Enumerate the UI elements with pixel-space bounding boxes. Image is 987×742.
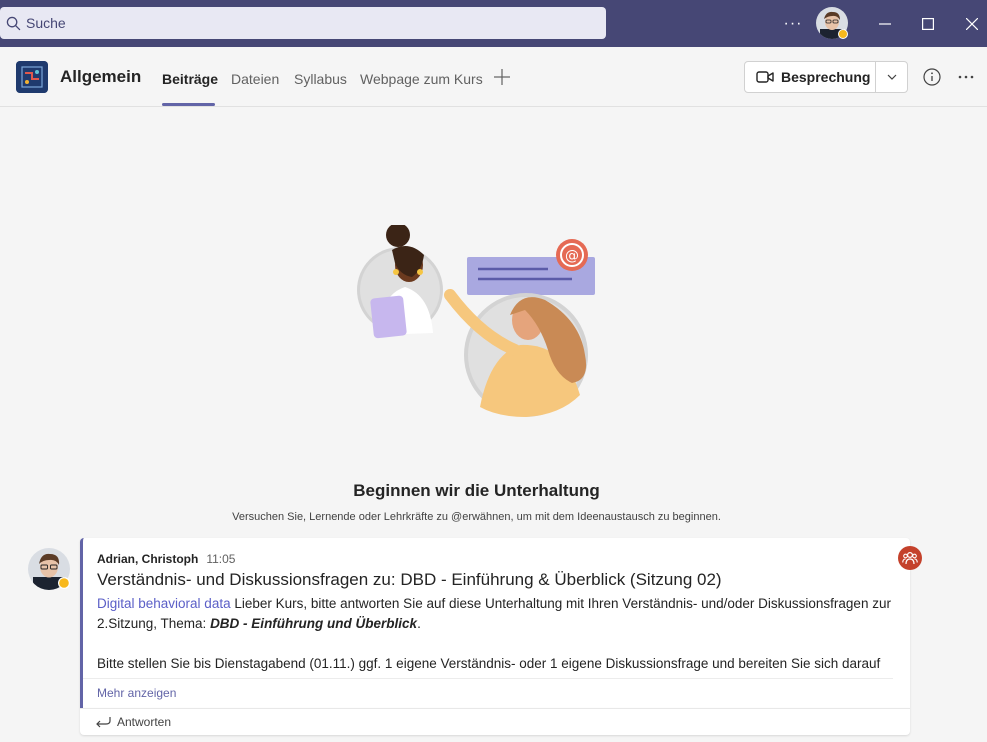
channel-name: Allgemein <box>60 67 142 86</box>
tab-webpage-zum-kurs[interactable]: Webpage zum Kurs <box>360 71 483 87</box>
meeting-button[interactable]: Besprechung <box>745 62 876 92</box>
svg-text:@: @ <box>565 248 579 264</box>
post-time: 11:05 <box>206 552 236 566</box>
more-icon: ··· <box>783 14 803 32</box>
meeting-dropdown-button[interactable] <box>876 62 907 92</box>
post-author[interactable]: Adrian, Christoph <box>97 552 198 566</box>
profile-avatar[interactable] <box>816 7 848 39</box>
info-icon[interactable] <box>923 68 941 86</box>
close-button[interactable] <box>950 0 987 47</box>
add-tab-button[interactable] <box>494 65 510 91</box>
minimize-icon <box>879 22 891 25</box>
maximize-icon <box>922 17 934 30</box>
post-card[interactable]: Adrian, Christoph 11:05 Verständnis- und … <box>80 538 910 708</box>
video-camera-icon <box>756 71 774 83</box>
close-icon <box>966 17 978 30</box>
meeting-button-group: Besprechung <box>744 61 908 93</box>
post-paragraph-1: Digital behavioral data Lieber Kurs, bit… <box>97 596 891 631</box>
meeting-label: Besprechung <box>781 69 871 85</box>
reply-button[interactable]: Antworten <box>80 708 910 735</box>
divider <box>83 678 893 679</box>
post-title: Verständnis- und Diskussionsfragen zu: D… <box>97 570 722 589</box>
reaction-badge[interactable] <box>898 546 922 570</box>
plus-icon <box>494 69 510 85</box>
tab-beitraege[interactable]: Beiträge <box>162 71 218 87</box>
search-box[interactable] <box>0 7 606 39</box>
post-topic: DBD - Einführung und Überblick <box>210 616 418 631</box>
maximize-button[interactable] <box>906 0 950 47</box>
channel-header: Allgemein Beiträge Dateien Syllabus Webp… <box>0 47 987 107</box>
post-meta: Adrian, Christoph 11:05 <box>97 552 235 566</box>
more-options-button[interactable]: ··· <box>771 0 815 47</box>
conversation-illustration: @ <box>357 225 595 417</box>
mention-tag[interactable]: Digital behavioral data <box>97 596 231 611</box>
search-input[interactable] <box>26 15 586 31</box>
minimize-button[interactable] <box>863 0 907 47</box>
title-bar: ··· <box>0 0 987 47</box>
empty-state-subtitle: Versuchen Sie, Lernende oder Lehrkräfte … <box>232 511 721 523</box>
channel-more-icon[interactable] <box>957 68 975 86</box>
show-more-link[interactable]: Mehr anzeigen <box>97 686 176 700</box>
team-logo-icon[interactable] <box>16 61 48 93</box>
reply-label: Antworten <box>117 715 172 729</box>
post-collapse-mask <box>83 674 910 708</box>
empty-state-title: Beginnen wir die Unterhaltung <box>353 481 600 500</box>
reply-arrow-icon <box>96 717 111 728</box>
tab-syllabus[interactable]: Syllabus <box>294 71 347 87</box>
author-avatar[interactable] <box>28 548 70 590</box>
people-icon <box>902 551 918 565</box>
tab-dateien[interactable]: Dateien <box>231 71 279 87</box>
chevron-down-icon <box>887 74 896 80</box>
active-tab-indicator <box>162 103 215 106</box>
search-icon <box>6 16 21 30</box>
